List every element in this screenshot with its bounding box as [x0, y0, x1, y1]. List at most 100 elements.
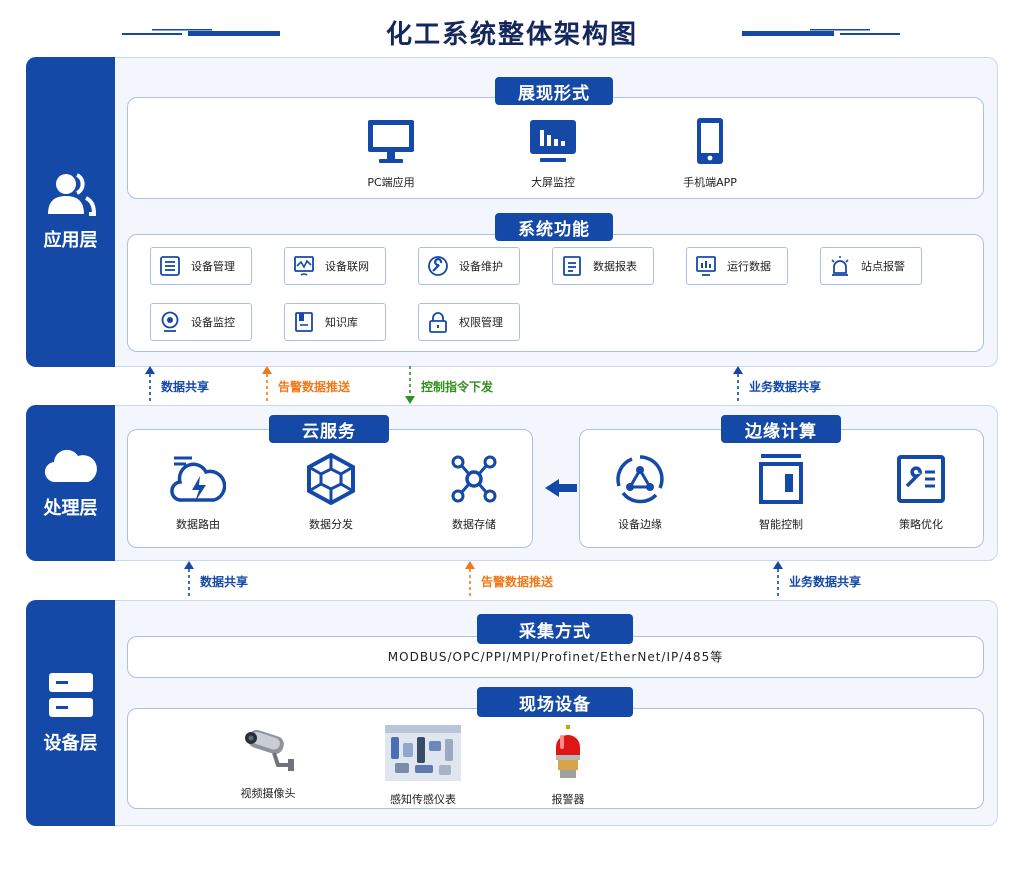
cloud-item-label: 数据路由	[176, 518, 220, 531]
function-label: 设备监控	[191, 316, 235, 329]
function-label: 数据报表	[593, 260, 637, 273]
function-knowledge-base[interactable]: 知识库	[284, 303, 386, 341]
hexagon-network-icon	[307, 452, 355, 506]
cloud-item-data-storage: 数据存储	[419, 452, 529, 532]
field-device-label: 视频摄像头	[240, 787, 296, 800]
cloud-item-data-distribution: 数据分发	[276, 452, 386, 532]
nodes-icon	[451, 455, 497, 503]
arrow-up-icon	[262, 366, 272, 404]
cloud-item-data-routing: 数据路由	[143, 452, 253, 532]
flow-upper-control-command: 控制指令下发	[405, 366, 493, 404]
function-data-report[interactable]: 数据报表	[552, 247, 654, 285]
flow-label: 业务数据共享	[749, 380, 822, 394]
flow-upper-data-sharing: 数据共享	[145, 366, 209, 404]
function-label: 运行数据	[727, 260, 771, 273]
field-device-label: 感知传感仪表	[390, 793, 456, 806]
arrow-up-icon	[465, 561, 475, 599]
title-right-decoration	[742, 29, 900, 36]
function-device-management[interactable]: 设备管理	[150, 247, 252, 285]
arrow-up-icon	[145, 366, 155, 404]
flow-label: 业务数据共享	[789, 575, 862, 589]
processing-layer-label: 处理层	[26, 405, 115, 561]
field-device-camera: 视频摄像头	[213, 725, 323, 801]
field-device-alarm: 报警器	[513, 725, 623, 807]
wrench-icon	[428, 256, 448, 276]
flow-lower-business-data: 业务数据共享	[773, 561, 861, 599]
field-devices-tag: 现场设备	[477, 687, 633, 717]
flow-label: 控制指令下发	[421, 380, 494, 394]
dashboard-screen-icon	[530, 120, 576, 162]
field-devices-box: 视频摄像头 感知传感仪表 报警器	[127, 708, 984, 809]
camera-icon	[245, 729, 294, 771]
cloud-lightning-icon	[170, 456, 227, 502]
flow-label: 数据共享	[161, 380, 210, 394]
functions-tag: 系统功能	[495, 213, 613, 241]
network-icon	[294, 256, 314, 276]
field-device-label: 报警器	[551, 793, 585, 806]
display-item-bigscreen: 大屏监控	[498, 118, 608, 190]
edge-computing-tag: 边缘计算	[721, 415, 841, 443]
edge-item-device-edge: 设备边缘	[585, 452, 695, 532]
edge-computing-box: 设备边缘 智能控制 策略优化	[579, 429, 984, 548]
book-icon	[295, 312, 313, 332]
control-panel-icon	[759, 454, 803, 504]
edge-item-smart-control: 智能控制	[726, 452, 836, 532]
cloud-services-tag: 云服务	[269, 415, 389, 443]
edge-item-label: 设备边缘	[618, 518, 662, 531]
server-icon	[48, 673, 93, 717]
list-icon	[160, 256, 180, 276]
cloud-services-box: 数据路由 数据分发 数据存储	[127, 429, 533, 548]
device-layer: 设备层 MODBUS/OPC/PPI/MPI/Profinet/EtherNet…	[26, 600, 998, 826]
functions-box: 设备管理 设备联网 设备维护 数据报表 运行数据 站点报警 设备监控 知识库 权…	[127, 234, 984, 352]
function-label: 站点报警	[861, 260, 905, 273]
display-tag: 展现形式	[495, 77, 613, 105]
field-device-sensors: 感知传感仪表	[368, 725, 478, 807]
function-permission-management[interactable]: 权限管理	[418, 303, 520, 341]
device-layer-label: 设备层	[26, 600, 115, 826]
chart-monitor-icon	[696, 256, 716, 276]
edge-item-strategy-optimization: 策略优化	[866, 452, 976, 532]
function-site-alarm[interactable]: 站点报警	[820, 247, 922, 285]
flow-upper-business-data: 业务数据共享	[733, 366, 821, 404]
edge-item-label: 智能控制	[759, 518, 803, 531]
monitor-icon	[368, 120, 414, 163]
processing-layer-name: 处理层	[43, 498, 98, 519]
arrow-up-icon	[184, 561, 194, 599]
function-device-maintenance[interactable]: 设备维护	[418, 247, 520, 285]
function-label: 权限管理	[459, 316, 503, 329]
smartphone-icon	[697, 118, 723, 164]
application-layer: 应用层 PC端应用 大屏监控 手机端APP 展现形式 设备管理 设备联网 设备维…	[26, 57, 998, 367]
flow-lower-alarm-push: 告警数据推送	[465, 561, 553, 599]
flow-label: 数据共享	[200, 575, 249, 589]
processing-layer: 处理层 数据路由 数据分发 数据存储 云服务 设备边缘 智能控制 策略优化 边缘…	[26, 405, 998, 561]
cloud-icon	[44, 449, 97, 483]
arrow-up-icon	[773, 561, 783, 599]
function-label: 设备维护	[459, 260, 503, 273]
edge-item-label: 策略优化	[899, 518, 943, 531]
arrow-down-icon	[405, 366, 415, 404]
display-item-label: PC端应用	[367, 176, 415, 189]
flow-label: 告警数据推送	[278, 380, 351, 394]
sensors-icon	[385, 725, 461, 781]
function-label: 知识库	[325, 316, 358, 329]
webcam-icon	[161, 311, 179, 332]
protocol-list: MODBUS/OPC/PPI/MPI/Profinet/EtherNet/IP/…	[387, 650, 724, 664]
function-label: 设备管理	[191, 260, 235, 273]
lock-icon	[429, 312, 447, 333]
function-device-monitoring[interactable]: 设备监控	[150, 303, 252, 341]
alarm-icon	[831, 256, 849, 276]
function-running-data[interactable]: 运行数据	[686, 247, 788, 285]
arrow-up-icon	[733, 366, 743, 404]
display-box: PC端应用 大屏监控 手机端APP	[127, 97, 984, 199]
flow-upper-alarm-push: 告警数据推送	[262, 366, 350, 404]
report-icon	[563, 256, 581, 276]
display-item-label: 手机端APP	[683, 176, 737, 189]
cloud-item-label: 数据存储	[452, 518, 496, 531]
flow-lower-data-sharing: 数据共享	[184, 561, 248, 599]
device-layer-name: 设备层	[43, 733, 98, 754]
display-item-mobile: 手机端APP	[655, 118, 765, 190]
application-layer-label: 应用层	[26, 57, 115, 367]
application-layer-name: 应用层	[43, 230, 98, 251]
edge-cycle-icon	[616, 455, 664, 504]
function-device-networking[interactable]: 设备联网	[284, 247, 386, 285]
